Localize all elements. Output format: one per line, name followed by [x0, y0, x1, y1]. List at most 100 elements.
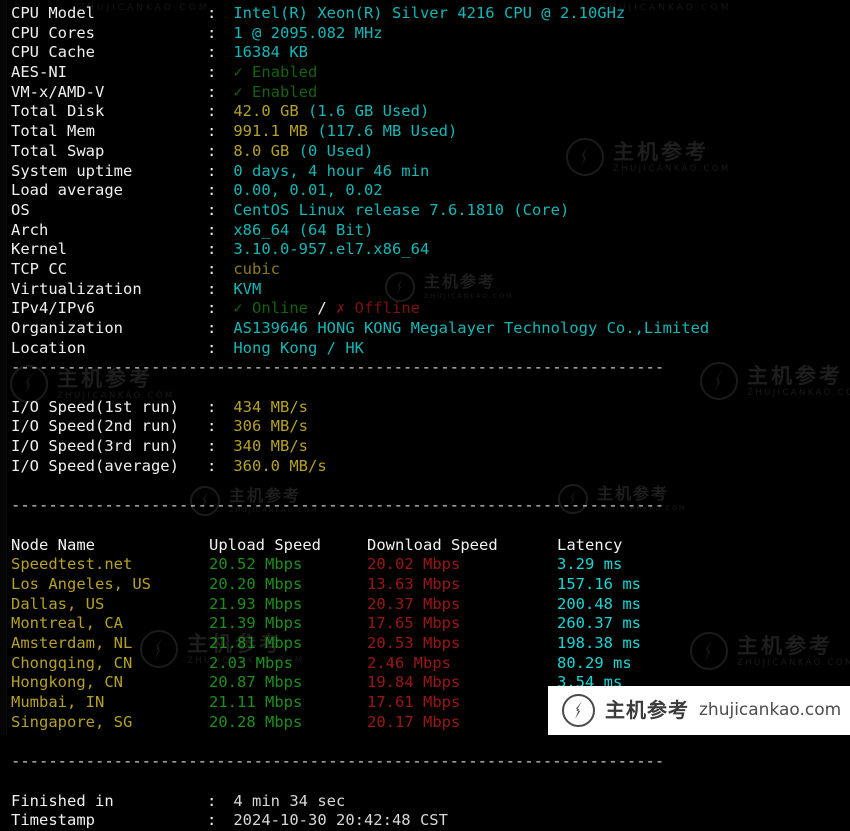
io-speed-label: I/O Speed(average): [11, 456, 189, 475]
speedtest-latency: 198.38 ms: [557, 634, 641, 652]
sysinfo-colon: :: [207, 299, 217, 318]
speedtest-download-speed: 17.61 Mbps: [367, 693, 461, 712]
sysinfo-row: TCP CC : cubic: [11, 260, 850, 280]
sysinfo-label: CPU Model: [11, 4, 151, 22]
sysinfo-label: Total Disk: [11, 102, 151, 121]
io-speed-colon: :: [207, 456, 217, 475]
speedtest-header-latency: Latency: [557, 535, 623, 554]
sysinfo-row: Total Mem : 991.1 MB (117.6 MB Used): [11, 122, 850, 142]
sysinfo-colon: :: [207, 319, 217, 337]
io-speed-colon: :: [207, 437, 217, 456]
sysinfo-colon: :: [207, 220, 217, 239]
sysinfo-colon: :: [207, 43, 217, 62]
sysinfo-value: ✓ Enabled: [224, 82, 318, 101]
io-speed-colon: :: [207, 417, 217, 436]
sysinfo-label: CPU Cores: [11, 23, 151, 42]
sysinfo-value-extra: (117.6 MB Used): [308, 122, 458, 141]
speedtest-latency: 200.48 ms: [557, 594, 641, 613]
sysinfo-colon: :: [207, 23, 217, 42]
io-speed-label: I/O Speed(2nd run): [11, 417, 189, 436]
io-speed-row: I/O Speed(1st run) : 434 MB/s: [11, 398, 850, 418]
sysinfo-row: CPU Cache : 16384 KB: [11, 43, 850, 63]
sysinfo-label: Total Mem: [11, 122, 151, 141]
speedtest-upload-speed: 20.28 Mbps: [209, 712, 303, 731]
sysinfo-label: Load average: [11, 181, 151, 200]
sysinfo-label: Arch: [11, 220, 151, 239]
logo-cn-label: 主机参考: [605, 697, 689, 722]
sysinfo-label: Kernel: [11, 240, 151, 259]
sysinfo-row: CPU Model : Intel(R) Xeon(R) Silver 4216…: [11, 4, 850, 24]
sysinfo-value: 991.1 MB: [224, 122, 308, 141]
speedtest-upload-speed: 20.20 Mbps: [209, 574, 303, 593]
speedtest-upload-speed: 21.39 Mbps: [209, 614, 303, 633]
io-speed-row: I/O Speed(3rd run) : 340 MB/s: [11, 437, 850, 457]
sysinfo-label: Location: [11, 338, 151, 357]
sysinfo-row: Location : Hong Kong / HK: [11, 339, 850, 359]
sysinfo-value: CentOS Linux release 7.6.1810 (Core): [224, 200, 570, 219]
speedtest-latency: 80.29 ms: [557, 653, 632, 672]
speedtest-upload-speed: 21.11 Mbps: [209, 693, 303, 712]
sysinfo-value: Intel(R) Xeon(R) Silver 4216 CPU @ 2.10G…: [224, 4, 626, 22]
sysinfo-row: Total Swap : 8.0 GB (0 Used): [11, 142, 850, 162]
speedtest-node-name: Los Angeles, US: [11, 574, 151, 593]
speedtest-download-speed: 20.02 Mbps: [367, 555, 461, 574]
sysinfo-label: AES-NI: [11, 63, 151, 82]
sysinfo-row: IPv4/IPv6 : ✓ Online / ✗ Offline: [11, 299, 850, 319]
sysinfo-value-extra: (0 Used): [289, 141, 374, 160]
io-speed-value: 434 MB/s: [224, 397, 308, 416]
sysinfo-row: VM-x/AMD-V : ✓ Enabled: [11, 83, 850, 103]
speedtest-row: Los Angeles, US 20.20 Mbps 13.63 Mbps 157.1…: [11, 575, 850, 595]
ip-separator: /: [308, 299, 336, 318]
site-logo-banner: 主机参考 zhujicankao.com: [548, 686, 850, 735]
sysinfo-label: Total Swap: [11, 141, 151, 160]
speedtest-header-row: Node Name Upload Speed Download Speed Laten…: [11, 536, 850, 556]
separator-line-3: ----------------------------------------…: [11, 752, 665, 771]
sysinfo-colon: :: [207, 240, 217, 259]
sysinfo-colon: :: [207, 161, 217, 180]
sysinfo-colon: :: [207, 141, 217, 160]
sysinfo-value: KVM: [224, 279, 262, 298]
sysinfo-value: AS139646 HONG KONG Megalayer Technology …: [224, 319, 710, 337]
sysinfo-row: CPU Cores : 1 @ 2095.082 MHz: [11, 24, 850, 44]
speedtest-upload-speed: 21.93 Mbps: [209, 594, 303, 613]
sysinfo-value: Hong Kong / HK: [224, 338, 364, 357]
footer-label: Finished in: [11, 791, 151, 810]
ipv4-status: ✓ Online: [224, 299, 308, 318]
speedtest-download-speed: 13.63 Mbps: [367, 574, 461, 593]
footer-row: Timestamp : 2024-10-30 20:42:48 CST: [11, 811, 850, 831]
sysinfo-value: 16384 KB: [224, 43, 308, 62]
sysinfo-row: Kernel : 3.10.0-957.el7.x86_64: [11, 240, 850, 260]
speedtest-node-name: Singapore, SG: [11, 712, 133, 731]
speedtest-upload-speed: 20.87 Mbps: [209, 673, 303, 692]
sysinfo-row: Organization : AS139646 HONG KONG Megala…: [11, 319, 850, 339]
speedtest-header-upload: Upload Speed: [209, 535, 321, 554]
footer-block: Finished in : 4 min 34 sec Timestamp : 20…: [11, 792, 850, 831]
separator-line-2: ----------------------------------------…: [11, 496, 665, 515]
sysinfo-row: Virtualization : KVM: [11, 280, 850, 300]
sysinfo-label: Virtualization: [11, 279, 151, 298]
sysinfo-row: OS : CentOS Linux release 7.6.1810 (Core…: [11, 201, 850, 221]
ipv6-status: ✗ Offline: [336, 299, 420, 318]
system-info-block: CPU Model : Intel(R) Xeon(R) Silver 4216…: [11, 4, 850, 358]
speedtest-row: Chongqing, CN 2.03 Mbps 2.46 Mbps 80.29 ms: [11, 654, 850, 674]
io-speed-label: I/O Speed(1st run): [11, 397, 189, 416]
speedtest-upload-speed: 2.03 Mbps: [209, 653, 293, 672]
sysinfo-value: x86_64 (64 Bit): [224, 220, 374, 239]
speedtest-latency: 260.37 ms: [557, 614, 641, 633]
sysinfo-value: 3.10.0-957.el7.x86_64: [224, 240, 430, 259]
io-speed-row: I/O Speed(2nd run) : 306 MB/s: [11, 417, 850, 437]
speedtest-download-speed: 19.84 Mbps: [367, 673, 461, 692]
sysinfo-label: OS: [11, 200, 151, 219]
footer-colon: :: [207, 811, 217, 830]
speedtest-upload-speed: 20.52 Mbps: [209, 555, 303, 574]
sysinfo-value-extra: (1.6 GB Used): [298, 102, 430, 121]
sysinfo-colon: :: [207, 338, 217, 357]
sysinfo-label: VM-x/AMD-V: [11, 82, 151, 101]
sysinfo-row: Load average : 0.00, 0.01, 0.02: [11, 181, 850, 201]
sysinfo-row: AES-NI : ✓ Enabled: [11, 63, 850, 83]
speedtest-header-node: Node Name: [11, 535, 95, 554]
sysinfo-value: 0.00, 0.01, 0.02: [224, 181, 383, 200]
